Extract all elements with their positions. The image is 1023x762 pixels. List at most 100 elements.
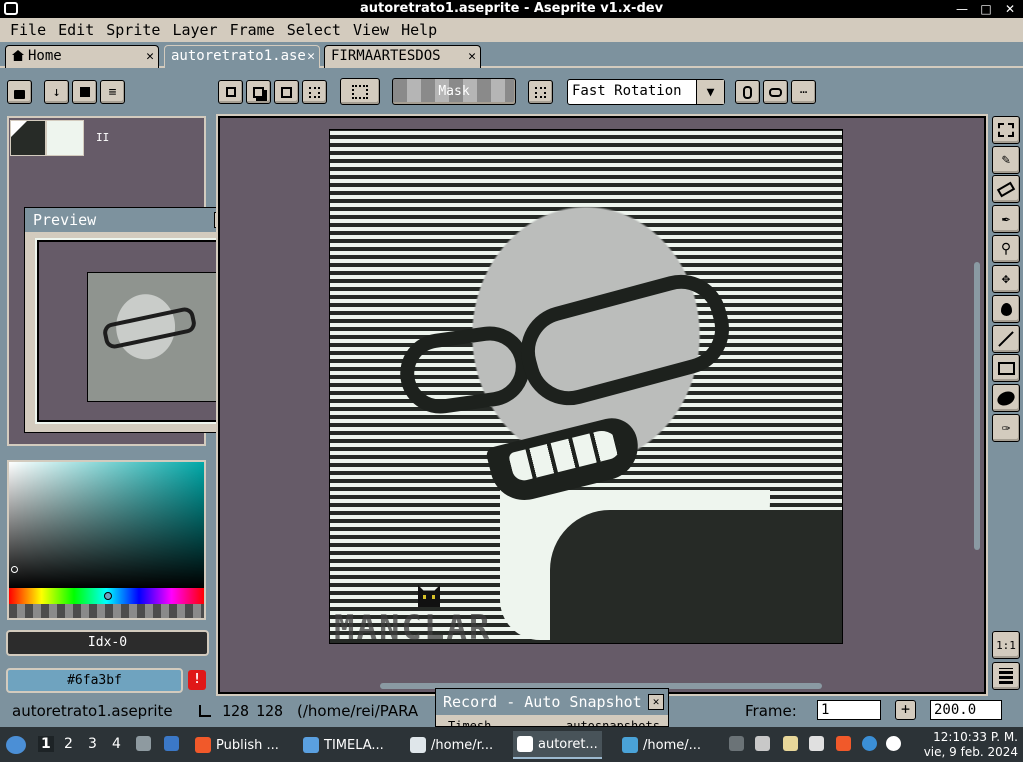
menu-frame[interactable]: Frame [226,21,279,39]
eject-icon[interactable] [729,736,744,751]
tab-autoretrato1[interactable]: autoretrato1.ase ✕ [164,45,320,68]
selection-intersect-icon [309,86,320,98]
sv-handle[interactable] [11,566,18,573]
selection-replace-button[interactable] [218,80,243,104]
tool-eyedropper[interactable]: ✒ [992,205,1020,233]
color-warning-button[interactable]: ! [188,670,206,690]
tool-rectangular-marquee[interactable] [992,116,1020,144]
tab-firmaartesdos-close[interactable]: ✕ [468,46,476,67]
tool-blur[interactable]: ✑ [992,414,1020,442]
menu-sprite[interactable]: Sprite [102,21,164,39]
lock-button[interactable] [7,80,32,104]
close-window-button[interactable]: ✕ [1003,0,1017,18]
files-launcher-icon[interactable] [136,736,151,751]
menu-layer[interactable]: Layer [168,21,221,39]
record-title: Record - Auto Snapshot [443,693,642,711]
tool-pencil[interactable]: ✎ [992,146,1020,174]
menu-help[interactable]: Help [397,21,441,39]
foreground-color-swatch[interactable] [10,120,46,156]
record-titlebar[interactable]: Record - Auto Snapshot [436,689,668,715]
network-icon[interactable] [862,736,877,751]
saturation-value-area[interactable] [9,462,204,588]
volume-icon[interactable] [755,736,770,751]
menu-edit[interactable]: Edit [54,21,98,39]
window-titlebar: autoretrato1.aseprite - Aseprite v1.x-de… [0,0,1023,18]
lock-icon [14,89,25,99]
tool-rectangle[interactable] [992,354,1020,382]
home-icon [12,50,24,61]
selection-intersect-button[interactable] [302,80,327,104]
layer-menu-button[interactable]: ≡ [100,80,125,104]
sprite-canvas[interactable]: MANCLAR [329,129,843,644]
workspace-4[interactable]: 4 [112,736,121,752]
canvas-signature: MANCLAR [334,608,492,644]
workspace-2[interactable]: 2 [64,736,73,752]
frame-input[interactable]: 1 [817,700,881,720]
clock[interactable]: 12:10:33 P. M. vie, 9 feb. 2024 [924,730,1018,760]
record-sub-right: autosnapshots [566,719,660,727]
zoom-1-1-button[interactable]: 1:1 [992,631,1020,659]
pivot-button[interactable] [528,80,553,104]
rotation-algorithm-select[interactable]: Fast Rotation ▼ [567,79,725,105]
tool-eraser[interactable] [992,175,1020,203]
status-height: 128 [256,702,284,720]
tool-zoom[interactable]: ⚲ [992,235,1020,263]
pixel-perfect-button[interactable] [340,78,380,105]
add-frame-button[interactable]: + [895,700,916,720]
transform-button[interactable] [763,80,788,104]
menu-file[interactable]: File [6,21,50,39]
workspace-3[interactable]: 3 [88,736,97,752]
tool-paint-bucket[interactable] [992,295,1020,323]
record-auto-snapshot-dialog: Record - Auto Snapshot ✕ Timesh autosnap… [435,688,669,727]
tab-home-close[interactable]: ✕ [146,46,154,67]
start-menu-icon[interactable] [6,736,26,754]
tab-autoretrato1-close[interactable]: ✕ [307,46,315,67]
background-color-swatch[interactable] [46,120,84,156]
tab-firmaartesdos-label: FIRMAARTESDOS [331,48,441,64]
record-close-button[interactable]: ✕ [648,694,664,710]
film-strip-icon [999,668,1013,684]
rectangle-icon [997,361,1015,375]
mask-color-button[interactable]: Mask [392,78,516,105]
merge-down-button[interactable]: ↓ [44,80,69,104]
taskbar-app-editor[interactable]: /home/r... [410,731,493,759]
taskbar-app-image-viewer-label: /home/... [643,737,702,753]
new-layer-button[interactable] [72,80,97,104]
palette-pause-icon[interactable]: II [96,131,109,144]
update-icon[interactable] [886,736,901,751]
brave-tray-icon[interactable] [836,736,851,751]
brave-icon [195,737,211,753]
drop-pixels-button[interactable] [735,80,760,104]
tab-firmaartesdos[interactable]: FIRMAARTESDOS ✕ [324,45,481,68]
hue-handle[interactable] [104,592,112,600]
selection-subtract-button[interactable] [274,80,299,104]
more-options-button[interactable]: ⋯ [791,80,816,104]
alpha-slider[interactable] [9,604,204,618]
tool-contour[interactable] [992,384,1020,412]
maximize-button[interactable]: □ [979,0,993,18]
drop-pixels-icon [743,85,752,99]
glasses-left-lens [395,321,535,419]
selection-add-button[interactable] [246,80,271,104]
glasses-right-lens [510,264,740,416]
tool-move[interactable]: ✥ [992,265,1020,293]
tool-line[interactable] [992,325,1020,353]
desktop-launcher-icon[interactable] [164,736,179,751]
menu-select[interactable]: Select [283,21,345,39]
hex-color-field[interactable]: #6fa3bf [6,668,183,693]
clipboard-icon[interactable] [783,736,798,751]
zoom-input[interactable]: 200.0 [930,700,1002,720]
menu-view[interactable]: View [349,21,393,39]
timeline-button[interactable] [992,662,1020,690]
taskbar-app-brave[interactable]: Publish ... [195,731,279,759]
vertical-scrollbar[interactable] [974,262,980,550]
palette-index-field[interactable]: Idx-0 [6,630,209,656]
taskbar-app-image-viewer[interactable]: /home/... [622,731,701,759]
notes-icon[interactable] [809,736,824,751]
taskbar-app-folder-label: TIMELA... [324,737,384,753]
taskbar-app-folder[interactable]: TIMELA... [303,731,384,759]
tab-home[interactable]: Home ✕ [5,45,159,68]
taskbar-app-aseprite[interactable]: autoret... [513,731,602,759]
workspace-1[interactable]: 1 [38,736,54,752]
minimize-button[interactable]: — [955,0,969,18]
